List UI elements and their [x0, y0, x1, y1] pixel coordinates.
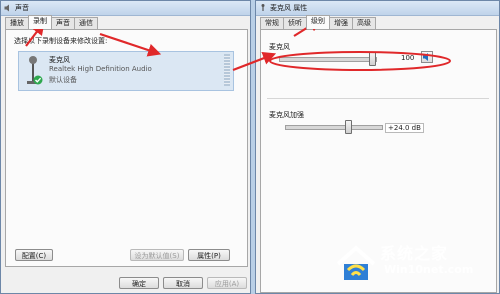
mic-level-value: 100: [401, 54, 415, 62]
tab-general[interactable]: 常规: [260, 17, 284, 29]
watermark-logo: 系统之家 Win10net.com: [334, 234, 500, 294]
section-divider: [267, 98, 489, 99]
boost-slider-track[interactable]: [285, 125, 383, 130]
configure-button[interactable]: 配置(C): [15, 249, 53, 261]
device-name: 麦克风: [49, 56, 70, 64]
microphone-small-icon: [261, 4, 265, 11]
device-list-item[interactable]: 麦克风 Realtek High Definition Audio 默认设备: [18, 51, 234, 91]
tab-listen[interactable]: 侦听: [283, 17, 307, 29]
boost-label: 麦克风加强: [269, 111, 304, 119]
apply-button[interactable]: 应用(A): [207, 277, 247, 289]
brand-url: Win10net.com: [384, 263, 474, 276]
default-check-icon: [33, 75, 43, 85]
cancel-button[interactable]: 取消: [163, 277, 203, 289]
mic-slider-thumb[interactable]: [369, 52, 376, 66]
properties-tabs: 常规 侦听 级别 增强 高级: [260, 15, 376, 29]
brand-name: 系统之家: [380, 244, 449, 263]
ok-button[interactable]: 确定: [119, 277, 159, 289]
properties-title: 麦克风 属性: [270, 4, 308, 12]
boost-slider-thumb[interactable]: [345, 120, 353, 134]
mute-button[interactable]: [421, 51, 433, 63]
mic-level-label: 麦克风: [269, 43, 290, 51]
speaker-icon: [423, 53, 428, 61]
tab-advanced[interactable]: 高级: [352, 17, 376, 29]
speaker-icon: [4, 4, 9, 12]
mic-slider-track[interactable]: [279, 57, 377, 62]
tab-enhancements[interactable]: 增强: [329, 17, 353, 29]
properties-button[interactable]: 属性(P): [188, 249, 230, 261]
tab-sounds[interactable]: 声音: [51, 17, 75, 29]
level-meter: [224, 54, 230, 86]
sound-dialog: 声音 播放 录制 声音 通信 选择以下录制设备来修改设置: 麦克风 Realte…: [0, 0, 251, 294]
properties-titlebar: 麦克风 属性: [256, 1, 499, 16]
window-title: 声音: [15, 4, 29, 12]
set-default-button[interactable]: 设为默认值(S): [130, 249, 184, 261]
tab-playback[interactable]: 播放: [5, 17, 29, 29]
device-status: 默认设备: [49, 76, 77, 84]
device-driver: Realtek High Definition Audio: [49, 65, 152, 73]
boost-value: +24.0 dB: [385, 123, 424, 133]
sound-dialog-titlebar: 声音: [1, 1, 250, 16]
instruction-text: 选择以下录制设备来修改设置:: [14, 37, 108, 45]
sound-tabs: 播放 录制 声音 通信: [5, 15, 98, 29]
house-logo-icon: [336, 245, 376, 280]
tab-recording[interactable]: 录制: [28, 15, 52, 29]
tab-levels[interactable]: 级别: [306, 15, 330, 29]
tab-communications[interactable]: 通信: [74, 17, 98, 29]
